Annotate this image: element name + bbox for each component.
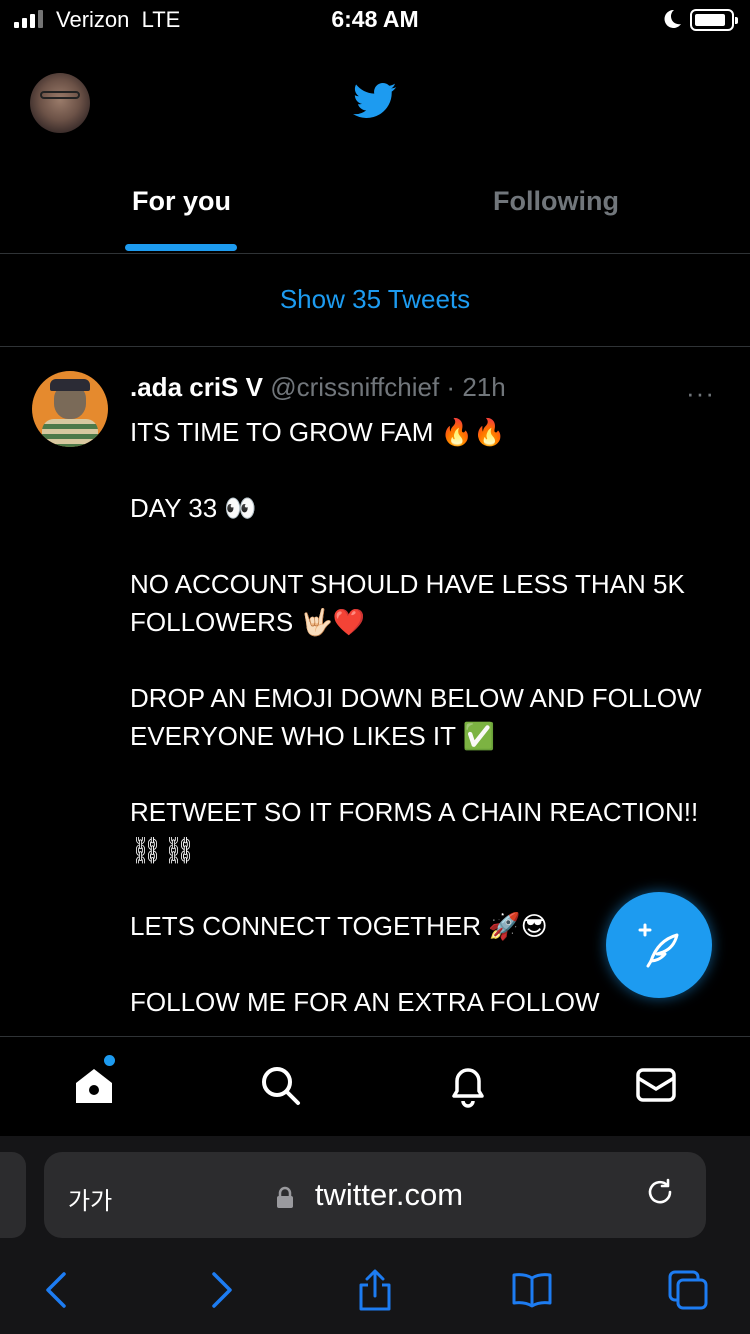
active-tab-indicator	[125, 244, 237, 251]
tweet-separator: ·	[446, 372, 456, 402]
search-icon[interactable]	[256, 1061, 304, 1109]
tweet-blank-line	[130, 641, 730, 679]
tweet-author-handle[interactable]: @crissniffchief	[270, 372, 439, 402]
tweet-author-name[interactable]: .ada criS V	[130, 372, 263, 402]
bottom-navigation	[0, 1036, 750, 1137]
status-bar: Verizon LTE 6:48 AM	[0, 0, 750, 40]
home-icon[interactable]	[70, 1061, 118, 1109]
tweet-text-line: RETWEET SO IT FORMS A CHAIN REACTION!! ⛓…	[130, 797, 699, 865]
do-not-disturb-moon-icon	[664, 9, 681, 28]
twitter-bird-icon[interactable]	[353, 82, 397, 120]
tweet-header: .ada criS V @crissniffchief · 21h	[130, 372, 506, 403]
divider	[0, 253, 750, 254]
battery-icon	[690, 9, 738, 31]
share-icon[interactable]	[353, 1268, 397, 1312]
compose-tweet-icon	[638, 923, 679, 968]
tweet-author-avatar[interactable]	[32, 371, 108, 447]
more-options-icon[interactable]: ···	[686, 378, 715, 409]
tab-for-you[interactable]: For you	[132, 186, 231, 217]
show-new-tweets-button[interactable]: Show 35 Tweets	[0, 284, 750, 315]
home-notification-dot	[104, 1055, 115, 1066]
tweet-text-line: DROP AN EMOJI DOWN BELOW AND FOLLOW EVER…	[130, 683, 702, 751]
forward-icon[interactable]	[198, 1268, 242, 1312]
notifications-bell-icon[interactable]	[444, 1061, 492, 1109]
profile-avatar[interactable]	[30, 73, 90, 133]
tweet-text-line: ITS TIME TO GROW FAM 🔥🔥	[130, 417, 506, 447]
tab-following[interactable]: Following	[493, 186, 619, 217]
url-text[interactable]: twitter.com	[0, 1177, 750, 1213]
tweet-text-line: DAY 33 👀	[130, 493, 257, 523]
compose-tweet-button[interactable]	[606, 892, 712, 998]
back-icon[interactable]	[36, 1268, 80, 1312]
tweet-blank-line	[130, 755, 730, 793]
tweet-text-line: NO ACCOUNT SHOULD HAVE LESS THAN 5K FOLL…	[130, 569, 685, 637]
bookmarks-icon[interactable]	[510, 1268, 554, 1312]
tweet-timestamp[interactable]: 21h	[462, 372, 505, 402]
reload-icon[interactable]	[645, 1178, 677, 1210]
tweet-blank-line	[130, 527, 730, 565]
tabs-icon[interactable]	[666, 1268, 710, 1312]
tweet-blank-line	[130, 451, 730, 489]
divider	[0, 346, 750, 347]
status-time: 6:48 AM	[331, 6, 419, 32]
messages-envelope-icon[interactable]	[632, 1061, 680, 1109]
